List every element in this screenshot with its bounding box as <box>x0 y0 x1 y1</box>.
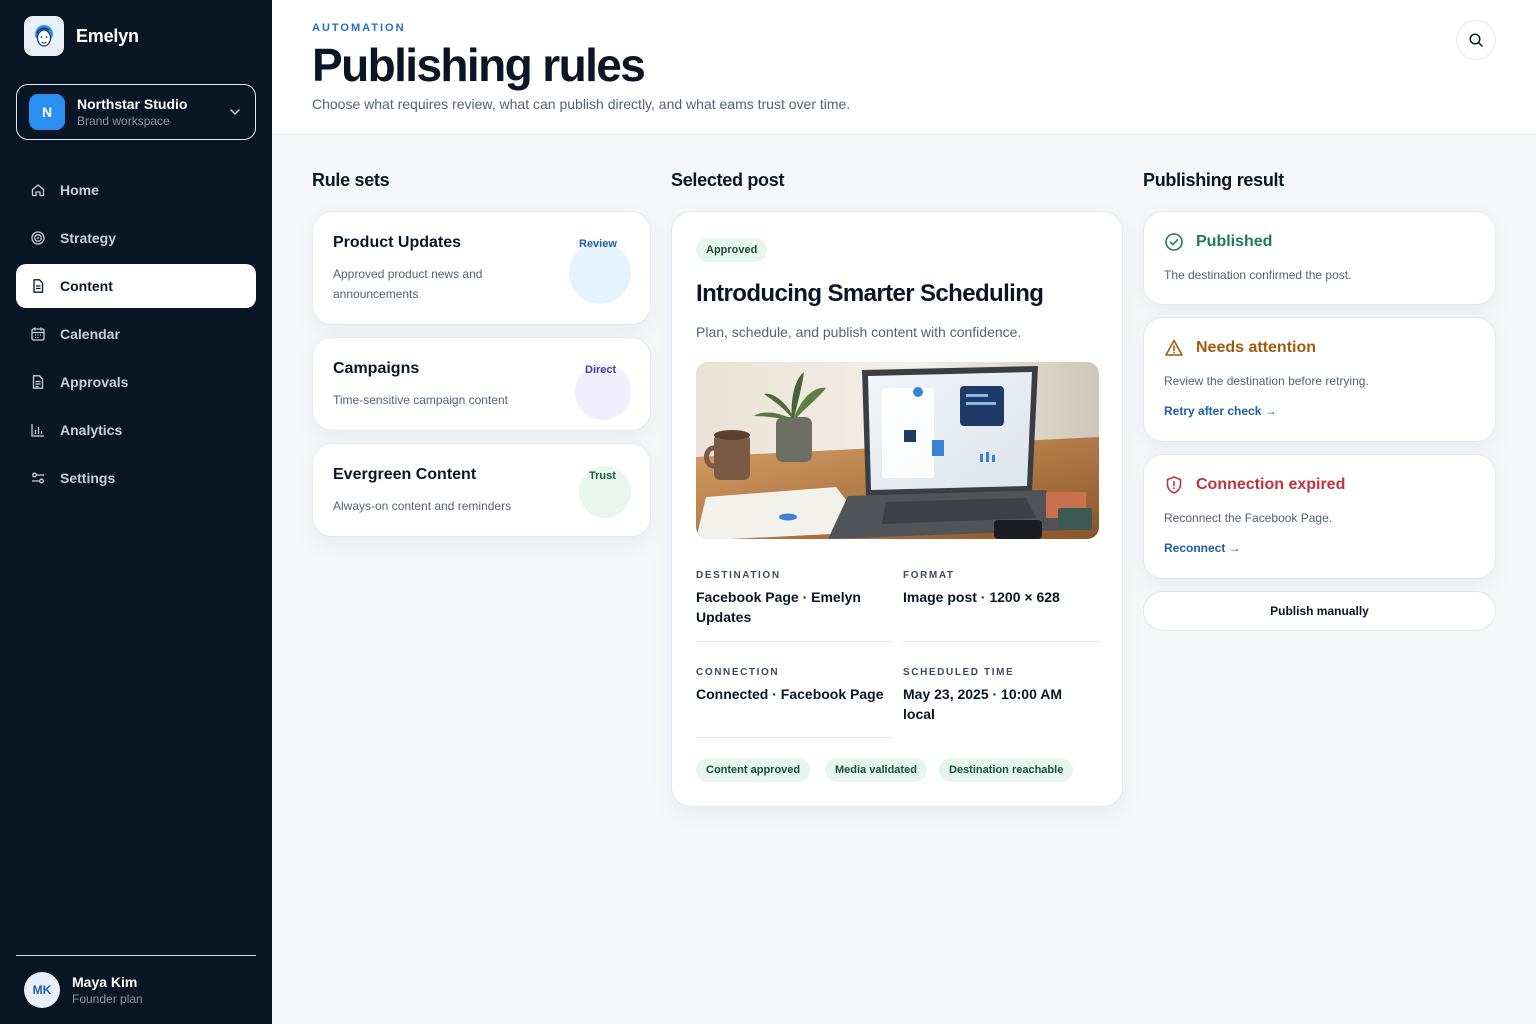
post-image[interactable] <box>696 362 1099 539</box>
nav-label-content: Content <box>60 278 113 294</box>
check-chip-media-validated: Media validated <box>825 758 927 782</box>
rule-badge-trust[interactable]: Trust <box>589 470 616 482</box>
nav-label-calendar: Calendar <box>60 326 120 342</box>
reconnect-link[interactable]: Reconnect → <box>1164 541 1241 555</box>
result-description: Review the destination before retrying. <box>1164 374 1369 388</box>
publish-manually-button[interactable]: Publish manually <box>1143 591 1496 631</box>
nav-item-calendar[interactable]: Calendar <box>16 312 256 356</box>
workspace-switcher[interactable]: N Northstar Studio Brand workspace <box>16 84 256 140</box>
rule-set-description: Approved product news and announcements <box>333 267 483 301</box>
rule-badge-background <box>569 242 631 304</box>
nav-item-strategy[interactable]: Strategy <box>16 216 256 260</box>
nav-label-approvals: Approvals <box>60 374 129 390</box>
meta-destination: DESTINATION Facebook Page · Emelyn Updat… <box>696 570 892 627</box>
nav-item-home[interactable]: Home <box>16 168 256 212</box>
chevron-down-icon <box>230 109 240 116</box>
rule-badge-direct[interactable]: Direct <box>585 364 616 376</box>
result-heading: Connection expired <box>1164 475 1345 495</box>
main-nav: Home Strategy Content Calendar Approvals… <box>16 168 256 504</box>
meta-label: FORMAT <box>903 570 955 581</box>
avatar: MK <box>24 972 60 1008</box>
meta-connection: CONNECTION Connected · Facebook Page <box>696 667 892 704</box>
result-title: Connection expired <box>1196 476 1346 493</box>
post-subtitle: Plan, schedule, and publish content with… <box>696 324 1022 340</box>
meta-label: CONNECTION <box>696 667 780 678</box>
workspace-subtitle: Brand workspace <box>77 114 170 128</box>
meta-value: May 23, 2025 · 10:00 AM local <box>903 686 1063 722</box>
check-circle-icon <box>1165 233 1183 251</box>
rule-badge-review[interactable]: Review <box>579 238 617 250</box>
document-icon <box>33 279 44 293</box>
result-description: Reconnect the Facebook Page. <box>1164 511 1333 525</box>
result-card-needs-attention: Needs attention Review the destination b… <box>1143 317 1496 442</box>
meta-label: DESTINATION <box>696 570 781 581</box>
nav-label-strategy: Strategy <box>60 230 117 246</box>
shield-alert-icon <box>1166 476 1182 494</box>
page-eyebrow: AUTOMATION <box>312 22 406 34</box>
user-profile[interactable]: MK Maya Kim Founder plan <box>16 955 256 1008</box>
meta-label: SCHEDULED TIME <box>903 667 1015 678</box>
brand[interactable]: Emelyn <box>24 16 139 56</box>
nav-item-settings[interactable]: Settings <box>16 456 256 500</box>
selected-post-title: Selected post <box>671 170 785 190</box>
bar-chart-icon <box>31 424 44 437</box>
result-description: The destination confirmed the post. <box>1164 268 1352 282</box>
selected-post-card: Approved Introducing Smarter Scheduling … <box>671 211 1123 807</box>
user-plan: Founder plan <box>72 992 143 1006</box>
result-title: Published <box>1196 233 1273 250</box>
divider <box>903 641 1099 642</box>
rule-set-title: Product Updates <box>333 234 462 251</box>
sliders-icon <box>32 472 44 484</box>
publishing-result-title: Publishing result <box>1143 170 1284 190</box>
page-description: Choose what requires review, what can pu… <box>312 96 851 112</box>
meta-scheduled-time: SCHEDULED TIME May 23, 2025 · 10:00 AM l… <box>903 667 1099 724</box>
nav-label-analytics: Analytics <box>60 422 123 438</box>
divider <box>696 641 891 642</box>
meta-value: Image post · 1200 × 628 <box>903 589 1060 605</box>
post-title: Introducing Smarter Scheduling <box>696 280 1044 307</box>
result-card-published: Published The destination confirmed the … <box>1143 211 1496 305</box>
rule-set-card-campaigns[interactable]: Campaigns Time-sensitive campaign conten… <box>312 337 651 431</box>
status-badge: Approved <box>696 238 768 262</box>
post-image-illustration <box>696 362 1099 539</box>
brand-logo-icon <box>24 16 64 56</box>
nav-label-home: Home <box>60 182 99 198</box>
nav-item-analytics[interactable]: Analytics <box>16 408 256 452</box>
check-chip-destination-reachable: Destination reachable <box>939 758 1074 782</box>
rule-set-card-product-updates[interactable]: Product Updates Approved product news an… <box>312 211 651 325</box>
workspace-name: Northstar Studio <box>77 96 188 112</box>
user-name: Maya Kim <box>72 974 138 990</box>
rule-set-description: Always-on content and reminders <box>333 499 512 513</box>
result-heading: Needs attention <box>1164 338 1316 358</box>
meta-value: Connected · Facebook Page <box>696 686 884 702</box>
brand-name: Emelyn <box>76 25 139 46</box>
meta-value: Facebook Page · Emelyn Updates <box>696 589 861 625</box>
page-header: AUTOMATION Publishing rules Choose what … <box>272 0 1536 135</box>
result-card-connection-expired: Connection expired Reconnect the Faceboo… <box>1143 454 1496 579</box>
rule-set-title: Campaigns <box>333 360 420 377</box>
target-icon <box>31 231 45 245</box>
meta-format: FORMAT Image post · 1200 × 628 <box>903 570 1099 607</box>
result-title: Needs attention <box>1196 339 1317 356</box>
result-heading: Published <box>1164 232 1272 252</box>
workspace-avatar: N <box>29 94 65 130</box>
sidebar: Emelyn N Northstar Studio Brand workspac… <box>0 0 272 1024</box>
check-chip-content-approved: Content approved <box>696 758 811 782</box>
search-button[interactable] <box>1456 20 1496 60</box>
divider <box>696 737 891 738</box>
approvals-icon <box>32 375 44 389</box>
page-title: Publishing rules <box>312 39 646 91</box>
rule-set-title: Evergreen Content <box>333 466 477 483</box>
home-icon <box>31 184 45 197</box>
retry-after-check-link[interactable]: Retry after check → <box>1164 404 1277 418</box>
warning-icon <box>1165 339 1183 356</box>
rule-set-card-evergreen[interactable]: Evergreen Content Always-on content and … <box>312 443 651 537</box>
rule-set-description: Time-sensitive campaign content <box>333 393 508 407</box>
nav-label-settings: Settings <box>60 470 116 486</box>
nav-item-approvals[interactable]: Approvals <box>16 360 256 404</box>
nav-item-content[interactable]: Content <box>16 264 256 308</box>
calendar-icon <box>31 327 45 341</box>
search-icon <box>1469 33 1483 47</box>
rule-sets-title: Rule sets <box>312 170 390 190</box>
